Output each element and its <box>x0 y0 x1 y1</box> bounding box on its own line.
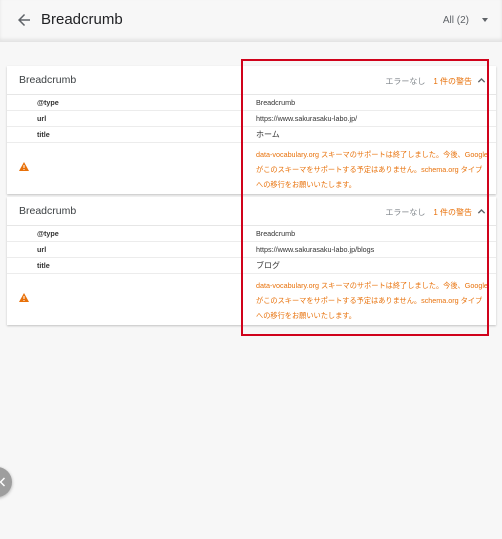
property-key: @type <box>37 98 59 107</box>
property-value: Breadcrumb <box>256 229 296 238</box>
warning-triangle-icon <box>19 162 29 171</box>
no-error-label: エラーなし <box>385 77 426 86</box>
property-value: ホーム <box>256 130 280 139</box>
chevron-left-icon <box>0 477 6 487</box>
warning-row: data-vocabulary.org スキーマのサポートは終了しました。今後、… <box>7 274 496 325</box>
page-title: Breadcrumb <box>41 11 123 28</box>
property-key: @type <box>37 229 59 238</box>
card-status: エラーなし 1 件の警告 <box>385 76 472 87</box>
card-status: エラーなし 1 件の警告 <box>385 207 472 218</box>
warning-count-label: 1 件の警告 <box>433 208 472 217</box>
no-error-label: エラーなし <box>385 208 426 217</box>
filter-label: All (2) <box>442 14 469 26</box>
warning-count-label: 1 件の警告 <box>433 77 472 86</box>
property-key: url <box>37 114 47 123</box>
card-header[interactable]: Breadcrumb エラーなし 1 件の警告 <box>7 66 496 95</box>
property-row: url https://www.sakurasaku-labo.jp/blogs <box>7 242 496 258</box>
property-value: Breadcrumb <box>256 98 296 107</box>
property-key: title <box>37 130 50 139</box>
property-key: url <box>37 245 47 254</box>
caret-down-icon <box>482 18 488 22</box>
structured-data-card: Breadcrumb エラーなし 1 件の警告 @type Breadcrumb … <box>7 197 496 325</box>
warning-triangle-icon <box>19 293 29 302</box>
card-title: Breadcrumb <box>19 74 77 86</box>
top-bar: Breadcrumb All (2) <box>0 0 502 42</box>
property-row: title ブログ <box>7 258 496 274</box>
warning-row: data-vocabulary.org スキーマのサポートは終了しました。今後、… <box>7 143 496 194</box>
arrow-left-icon[interactable] <box>15 11 33 29</box>
property-row: url https://www.sakurasaku-labo.jp/ <box>7 111 496 127</box>
chevron-up-icon[interactable] <box>477 207 486 216</box>
fab-button[interactable] <box>0 467 12 497</box>
structured-data-card: Breadcrumb エラーなし 1 件の警告 @type Breadcrumb … <box>7 66 496 194</box>
property-value: ブログ <box>256 261 280 270</box>
card-header[interactable]: Breadcrumb エラーなし 1 件の警告 <box>7 197 496 226</box>
chevron-up-icon[interactable] <box>477 76 486 85</box>
warning-message: data-vocabulary.org スキーマのサポートは終了しました。今後、… <box>256 281 488 320</box>
card-title: Breadcrumb <box>19 205 77 217</box>
property-value: https://www.sakurasaku-labo.jp/blogs <box>256 245 375 254</box>
filter-dropdown[interactable]: All (2) <box>443 10 488 30</box>
property-value: https://www.sakurasaku-labo.jp/ <box>256 114 358 123</box>
property-row: @type Breadcrumb <box>7 95 496 111</box>
property-row: title ホーム <box>7 127 496 143</box>
property-key: title <box>37 261 50 270</box>
warning-message: data-vocabulary.org スキーマのサポートは終了しました。今後、… <box>256 150 488 189</box>
property-row: @type Breadcrumb <box>7 226 496 242</box>
